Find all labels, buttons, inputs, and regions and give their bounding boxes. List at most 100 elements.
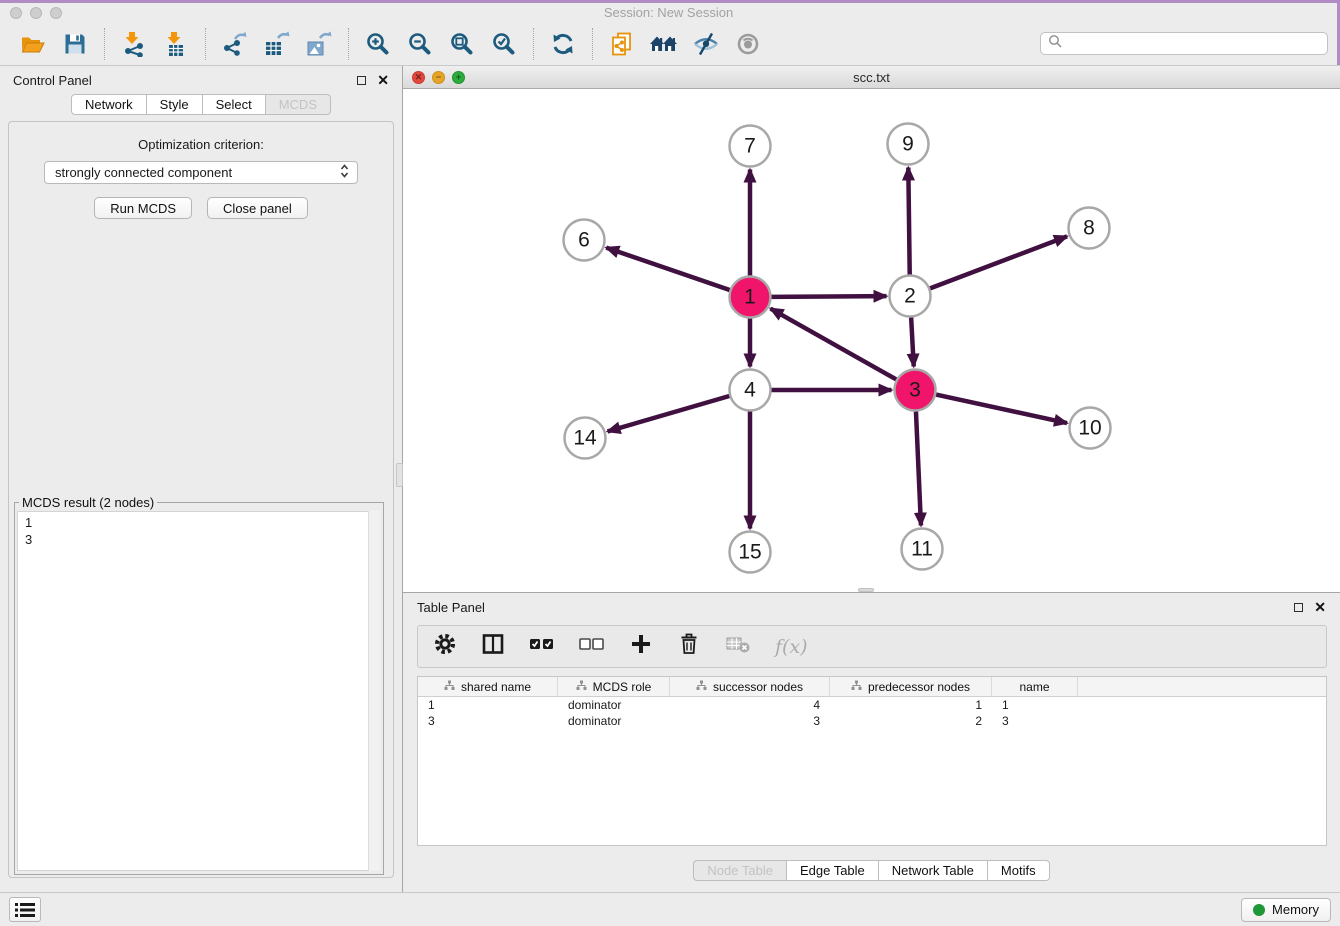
- tab-node-table[interactable]: Node Table: [693, 860, 787, 881]
- graph-edge-1-6[interactable]: [606, 248, 729, 290]
- result-scrollbar[interactable]: [368, 511, 380, 871]
- hide-selected-icon[interactable]: [689, 27, 723, 61]
- column-header-MCDS-role[interactable]: MCDS role: [558, 677, 670, 696]
- graph-node-10[interactable]: 10: [1070, 408, 1111, 449]
- tab-network-table[interactable]: Network Table: [879, 860, 988, 881]
- column-label: predecessor nodes: [868, 680, 970, 694]
- import-network-icon[interactable]: [117, 27, 151, 61]
- table-cell: 1: [830, 698, 992, 712]
- toolbar-separator: [533, 28, 534, 60]
- network-canvas[interactable]: 7 9 6 8 1 2 4 3 14 10 15 11: [403, 89, 1340, 592]
- zoom-in-icon[interactable]: [361, 27, 395, 61]
- control-panel-title: Control Panel: [13, 73, 92, 88]
- column-header-predecessor-nodes[interactable]: predecessor nodes: [830, 677, 992, 696]
- graph-node-2[interactable]: 2: [890, 276, 931, 317]
- table-panel: Table Panel ✕: [403, 592, 1340, 892]
- criterion-value: strongly connected component: [55, 165, 340, 180]
- table-toolbar: f(x): [417, 625, 1327, 668]
- graph-node-15[interactable]: 15: [730, 532, 771, 573]
- mcds-result-line: 1: [25, 514, 372, 531]
- table-header-row: shared nameMCDS rolesuccessor nodes prede…: [418, 677, 1326, 697]
- tab-select[interactable]: Select: [203, 94, 266, 115]
- graph-node-1[interactable]: 1: [730, 277, 771, 318]
- close-table-panel-icon[interactable]: ✕: [1314, 600, 1326, 614]
- graph-node-8[interactable]: 8: [1069, 208, 1110, 249]
- zoom-fit-icon[interactable]: [445, 27, 479, 61]
- graph-node-6[interactable]: 6: [564, 220, 605, 261]
- tab-network[interactable]: Network: [71, 94, 147, 115]
- table-tabs: Node Table Edge Table Network Table Moti…: [403, 860, 1340, 881]
- select-all-icon[interactable]: [529, 635, 555, 658]
- add-column-icon[interactable]: [629, 632, 653, 661]
- export-image-icon[interactable]: [302, 27, 336, 61]
- column-header-successor-nodes[interactable]: successor nodes: [670, 677, 830, 696]
- close-panel-button[interactable]: Close panel: [207, 197, 308, 219]
- search-box[interactable]: [1040, 32, 1328, 55]
- tab-style[interactable]: Style: [147, 94, 203, 115]
- graph-node-7[interactable]: 7: [730, 126, 771, 167]
- unselect-all-icon[interactable]: [579, 635, 605, 658]
- graph-edge-4-14[interactable]: [608, 396, 730, 431]
- tab-motifs[interactable]: Motifs: [988, 860, 1050, 881]
- graph-edge-3-1[interactable]: [770, 309, 896, 380]
- tab-mcds[interactable]: MCDS: [266, 94, 331, 115]
- refresh-icon[interactable]: [546, 27, 580, 61]
- run-mcds-button[interactable]: Run MCDS: [94, 197, 192, 219]
- mcds-result-title: MCDS result (2 nodes): [19, 495, 157, 510]
- column-header-name[interactable]: name: [992, 677, 1078, 696]
- graph-node-3[interactable]: 3: [895, 370, 936, 411]
- export-table-icon[interactable]: [260, 27, 294, 61]
- tab-edge-table[interactable]: Edge Table: [787, 860, 879, 881]
- memory-label: Memory: [1272, 902, 1319, 917]
- hierarchy-icon: [444, 680, 455, 694]
- criterion-dropdown[interactable]: strongly connected component: [44, 161, 358, 184]
- import-table-icon[interactable]: [159, 27, 193, 61]
- zoom-out-icon[interactable]: [403, 27, 437, 61]
- delete-column-icon[interactable]: [677, 632, 701, 661]
- task-history-button[interactable]: [9, 897, 41, 922]
- graph-node-11[interactable]: 11: [902, 529, 943, 570]
- float-panel-icon[interactable]: [357, 76, 366, 85]
- table-row[interactable]: 3dominator323: [418, 713, 1326, 729]
- clone-network-icon[interactable]: [605, 27, 639, 61]
- graph-node-14[interactable]: 14: [565, 418, 606, 459]
- mcds-result-list[interactable]: 13: [17, 511, 380, 871]
- column-header-shared-name[interactable]: shared name: [418, 677, 558, 696]
- panel-divider-handle[interactable]: [396, 463, 403, 487]
- network-minimize-button[interactable]: −: [432, 71, 445, 84]
- show-column-panel-icon[interactable]: [481, 632, 505, 661]
- close-panel-icon[interactable]: ✕: [377, 73, 389, 87]
- toolbar-separator: [592, 28, 593, 60]
- zoom-selected-icon[interactable]: [487, 27, 521, 61]
- show-all-icon[interactable]: [731, 27, 765, 61]
- graph-edge-2-3[interactable]: [911, 317, 914, 366]
- hierarchy-icon: [576, 680, 587, 694]
- graph-edge-2-9[interactable]: [908, 167, 909, 274]
- export-network-icon[interactable]: [218, 27, 252, 61]
- table-cell: 3: [418, 714, 558, 728]
- graph-edge-3-10[interactable]: [936, 395, 1067, 423]
- graph-node-9[interactable]: 9: [888, 124, 929, 165]
- memory-button[interactable]: Memory: [1241, 898, 1331, 922]
- network-maximize-button[interactable]: +: [452, 71, 465, 84]
- svg-text:15: 15: [738, 541, 761, 564]
- network-window-titlebar[interactable]: scc.txt ✕ − +: [403, 66, 1340, 89]
- graph-node-4[interactable]: 4: [730, 370, 771, 411]
- float-table-panel-icon[interactable]: [1294, 603, 1303, 612]
- graph-edge-3-11[interactable]: [916, 411, 921, 525]
- graph-edge-1-2[interactable]: [771, 296, 886, 297]
- first-neighbors-icon[interactable]: [647, 27, 681, 61]
- search-input[interactable]: [1067, 37, 1320, 51]
- table-row[interactable]: 1dominator411: [418, 697, 1326, 713]
- table-panel-header: Table Panel ✕: [403, 593, 1340, 621]
- open-session-icon[interactable]: [16, 27, 50, 61]
- graph-edge-2-8[interactable]: [930, 236, 1067, 288]
- mcds-result-group: MCDS result (2 nodes) 13: [14, 495, 384, 875]
- svg-text:10: 10: [1078, 417, 1101, 440]
- settings-gear-icon[interactable]: [433, 632, 457, 661]
- network-close-button[interactable]: ✕: [412, 71, 425, 84]
- save-session-icon[interactable]: [58, 27, 92, 61]
- main-titlebar: Session: New Session: [0, 3, 1337, 22]
- toolbar-separator: [104, 28, 105, 60]
- mcds-result-line: 3: [25, 531, 372, 548]
